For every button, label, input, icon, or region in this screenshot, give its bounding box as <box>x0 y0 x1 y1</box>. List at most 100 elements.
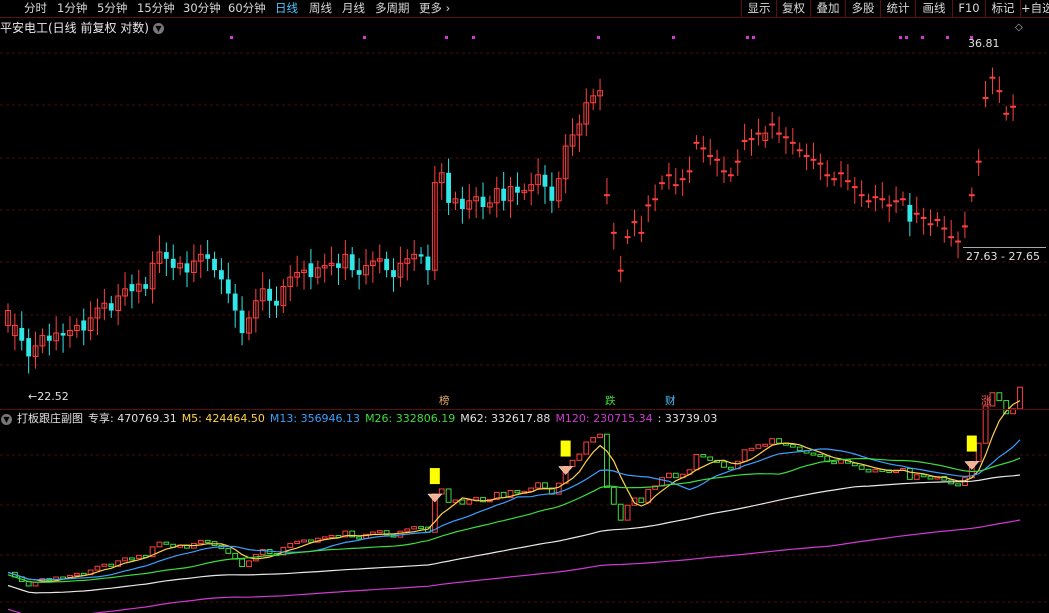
event-dot <box>905 36 908 39</box>
candle-up <box>968 194 975 197</box>
ma26-line <box>7 457 1021 583</box>
candle-down <box>26 338 32 357</box>
candle-down <box>232 293 238 311</box>
chevron-down-icon[interactable]: ▼ <box>1 414 12 425</box>
candle-down <box>219 270 224 280</box>
arrow-left-icon: ← <box>28 390 38 403</box>
event-dot <box>752 36 755 39</box>
sub-box <box>645 488 652 503</box>
candle-up <box>962 225 968 228</box>
candle-down <box>515 186 520 193</box>
sub-box <box>955 483 961 487</box>
sub-box <box>665 472 672 479</box>
event-dot <box>597 36 600 39</box>
sub-box <box>356 536 363 540</box>
candle-up <box>831 178 838 181</box>
candle-down <box>391 270 396 278</box>
candle-up <box>844 180 851 183</box>
sub-box <box>542 482 548 489</box>
candle-up <box>672 184 679 187</box>
candle-up <box>948 236 955 239</box>
candle-up <box>927 223 934 226</box>
sub-box <box>741 449 748 462</box>
candle-up <box>893 200 899 203</box>
marker-drop[interactable]: 跌 <box>604 395 617 407</box>
candle-down <box>336 263 341 268</box>
candle-up <box>748 138 755 141</box>
sub-box <box>982 405 989 444</box>
value-m13: M13: 356946.13 <box>269 412 361 425</box>
marker-finance[interactable]: 财 <box>664 395 677 407</box>
candle-down <box>549 186 555 201</box>
candle-up <box>920 216 927 219</box>
sub-box <box>404 528 411 532</box>
candle-up <box>617 269 624 272</box>
signal-diamond <box>558 466 574 475</box>
candle-up <box>721 170 727 173</box>
sub-box <box>858 465 865 470</box>
sub-box <box>755 444 762 449</box>
sub-box <box>535 482 542 489</box>
event-dot <box>472 36 475 39</box>
sub-box <box>376 530 383 534</box>
marker-rise[interactable]: 涨 <box>980 395 993 407</box>
sub-box <box>73 572 80 576</box>
candle-up <box>886 204 893 207</box>
candle-down <box>129 284 135 292</box>
candle-up <box>693 141 700 144</box>
sub-box <box>135 554 142 559</box>
marker-list[interactable]: 榜 <box>438 395 451 407</box>
sub-box <box>810 452 817 456</box>
sub-box <box>817 454 824 458</box>
sub-box <box>466 499 473 505</box>
candle-up <box>686 170 693 173</box>
price-range-label: 27.63 - 27.65 <box>966 250 1040 263</box>
candle-up <box>700 147 707 150</box>
event-dot <box>921 36 924 39</box>
candle-down <box>108 303 114 311</box>
sub-box <box>590 437 597 443</box>
sub-box <box>94 565 101 571</box>
sub-box <box>411 526 418 530</box>
sub-box <box>32 581 39 587</box>
sub-box <box>672 472 679 479</box>
candle-up <box>604 194 610 197</box>
candle-up <box>851 186 858 189</box>
value-m5: M5: 424464.50 <box>181 412 265 425</box>
candle-down <box>356 270 362 275</box>
event-dot <box>946 36 949 39</box>
candle-up <box>1003 112 1010 115</box>
candle-down <box>267 288 273 301</box>
candle-up <box>824 174 831 177</box>
candle-up <box>679 178 686 181</box>
candle-up <box>817 162 824 165</box>
candle-down <box>205 254 211 259</box>
candle-up <box>727 174 734 177</box>
sub-box <box>693 454 700 471</box>
main-chart-header: 平安电工(日线 前复权 对数) ▼ <box>0 20 164 36</box>
candle-up <box>665 174 672 177</box>
candle-up <box>659 182 665 185</box>
candle-up <box>810 158 817 161</box>
candle-up <box>934 219 941 222</box>
diamond-icon[interactable]: ◇ <box>1015 22 1023 33</box>
sub-box <box>707 456 714 461</box>
candle-down <box>170 258 176 268</box>
chevron-down-icon[interactable]: ▼ <box>153 23 164 34</box>
signal-diamond <box>964 461 980 470</box>
pane-divider[interactable] <box>0 409 1049 410</box>
candle-up <box>631 221 638 224</box>
candle-up <box>755 132 762 135</box>
sub-box <box>514 489 521 494</box>
sub-box <box>727 466 734 470</box>
price-range-line <box>963 247 1046 248</box>
kline-chart[interactable] <box>0 0 1049 613</box>
candle-down <box>212 258 217 271</box>
candle-up <box>714 158 720 161</box>
sub-box <box>473 497 480 501</box>
candle-up <box>638 231 645 234</box>
sub-box <box>108 563 115 567</box>
candle-up <box>872 196 879 199</box>
candle-down <box>225 279 231 294</box>
sub-box <box>301 539 307 543</box>
